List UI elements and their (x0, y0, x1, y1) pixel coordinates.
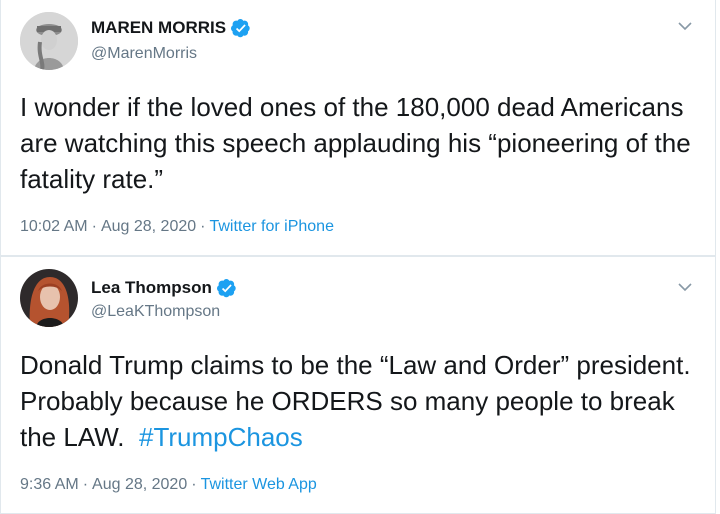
user-handle[interactable]: @MarenMorris (91, 45, 197, 63)
tweet-text: Donald Trump claims to be the “Law and O… (20, 347, 700, 455)
separator-dot: · (191, 476, 197, 493)
chevron-down-icon[interactable] (677, 279, 693, 295)
display-name[interactable]: Lea Thompson (91, 278, 212, 298)
tweet-text-main: Donald Trump claims to be the “Law and O… (20, 350, 691, 452)
tweet-card[interactable]: Lea Thompson @LeaKThompson Donald Trump … (0, 256, 716, 514)
separator-dot: · (82, 476, 89, 493)
verified-badge-icon (231, 19, 250, 38)
tweet-meta: 9:36 AM · Aug 28, 2020 · Twitter Web App (20, 476, 317, 494)
separator-dot: · (91, 218, 97, 235)
tweet-date[interactable]: Aug 28, 2020 (92, 476, 187, 494)
tweet-card[interactable]: MAREN MORRIS @MarenMorris I wonder if th… (0, 0, 716, 256)
verified-badge-icon (216, 279, 236, 298)
display-name[interactable]: MAREN MORRIS (91, 18, 226, 38)
tweet-meta: 10:02 AM · Aug 28, 2020 · Twitter for iP… (20, 218, 334, 236)
tweet-source-link[interactable]: Twitter Web App (201, 476, 317, 494)
tweet-feed: MAREN MORRIS @MarenMorris I wonder if th… (0, 0, 720, 514)
tweet-date[interactable]: Aug 28, 2020 (101, 218, 196, 236)
separator-dot: · (200, 218, 206, 235)
tweet-source-link[interactable]: Twitter for iPhone (209, 218, 334, 236)
hashtag-link[interactable]: #TrumpChaos (139, 422, 303, 452)
avatar[interactable] (20, 12, 78, 70)
tweet-time[interactable]: 9:36 AM (20, 476, 79, 494)
tweet-time[interactable]: 10:02 AM (20, 218, 88, 236)
tweet-text: I wonder if the loved ones of the 180,00… (20, 92, 691, 194)
avatar[interactable] (20, 269, 78, 327)
chevron-down-icon[interactable] (677, 18, 693, 34)
user-handle[interactable]: @LeaKThompson (91, 303, 220, 321)
